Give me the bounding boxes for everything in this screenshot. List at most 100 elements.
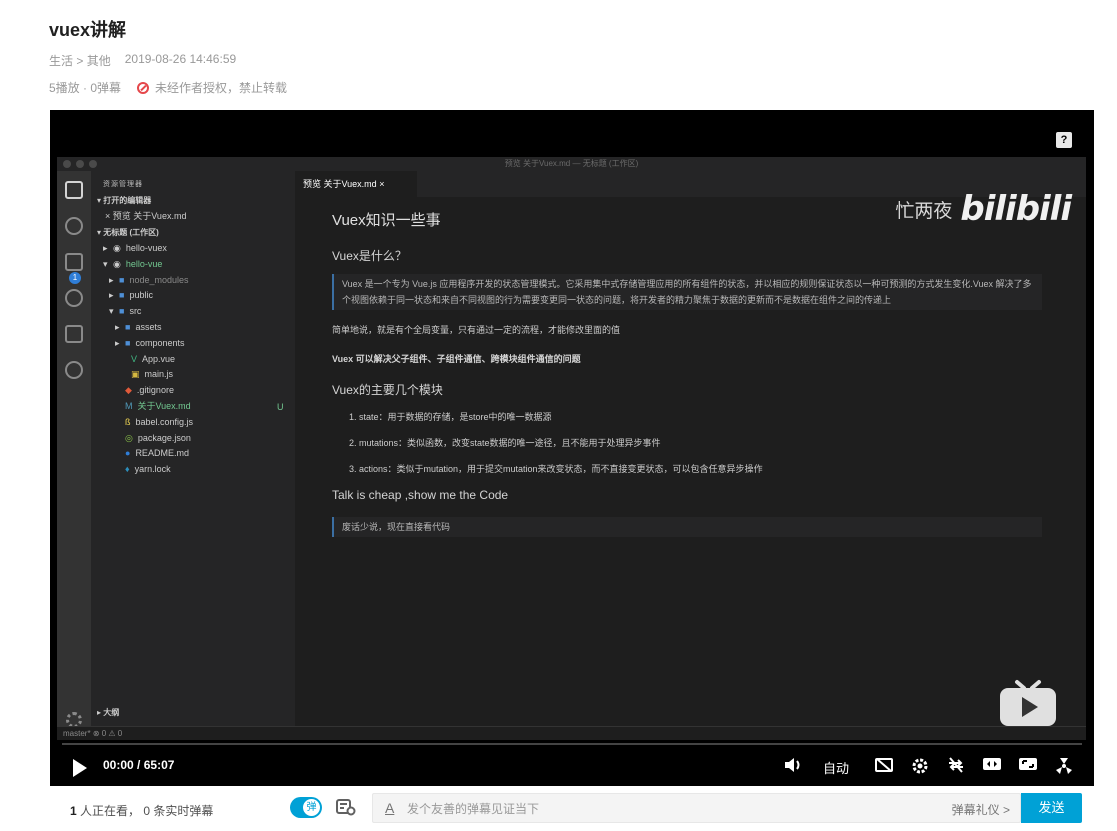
folder-file-icon: ■ <box>119 274 125 285</box>
source-control-icon <box>65 253 83 271</box>
video-meta: 生活 > 其他 2019-08-26 14:46:59 <box>49 52 236 69</box>
file-tree-item[interactable]: ▣ main.js <box>121 367 173 382</box>
file-tree-label: App.vue <box>142 353 176 364</box>
preview-document: Vuex知识一些事 Vuex是什么？ Vuex 是一个专为 Vue.js 应用程… <box>332 209 1042 537</box>
danmaku-style-icon[interactable]: A <box>385 800 394 816</box>
file-tree-label: node_modules <box>129 274 189 285</box>
folder-file-icon: ■ <box>125 322 131 332</box>
danmaku-toggle[interactable]: 弹 <box>290 797 322 818</box>
danmaku-off-icon[interactable] <box>874 757 894 777</box>
file-tree-item[interactable]: ♦ yarn.lock <box>115 462 171 477</box>
tree-chevron-icon: ▸ <box>103 243 108 253</box>
category-link[interactable]: 生活 <box>49 54 73 68</box>
file-tree-item[interactable]: ◎ package.json <box>115 431 191 446</box>
tree-chevron-icon: ▸ <box>109 274 114 285</box>
settings-icon[interactable] <box>910 757 930 777</box>
player-controls: 00:00 / 65:07 自动 <box>50 750 1094 786</box>
file-tree-item[interactable]: ß babel.config.js <box>115 415 193 430</box>
markdown-preview: 预览 关于Vuex.md × 忙两夜 bilibili Vuex知识一些事 Vu… <box>295 171 1086 726</box>
play-danmaku-stats: 5播放 · 0弹幕 <box>49 81 122 95</box>
list-item: 2. mutations：类似函数，改变state数据的唯一途径，且不能用于处理… <box>349 438 661 448</box>
workspace-header: ▾ 无标题 (工作区) <box>97 228 159 237</box>
video-title: vuex讲解 <box>49 20 127 40</box>
file-tree-item[interactable]: ● README.md <box>115 446 189 461</box>
window-controls <box>63 160 97 168</box>
video-frame[interactable]: 预览 关于Vuex.md — 无标题 (工作区) 1 资源管理器 ▾ 打开的编辑… <box>57 157 1086 740</box>
video-player[interactable]: ? 预览 关于Vuex.md — 无标题 (工作区) 1 资源管理器 ▾ 打开的… <box>50 110 1094 786</box>
doc-paragraph-bold: Vuex 可以解决父子组件、子组件通信、跨模块组件通信的问题 <box>332 354 581 364</box>
file-tree-item[interactable]: ▸ ■ assets <box>115 320 161 335</box>
webpage-fullscreen-icon[interactable] <box>1018 757 1038 777</box>
tree-chevron-icon: ▾ <box>109 306 114 317</box>
volume-icon[interactable] <box>783 757 803 777</box>
danmaku-etiquette-link[interactable]: 弹幕礼仪 > <box>952 801 1010 818</box>
tree-chevron-icon: ▸ <box>115 337 120 348</box>
duration: 65:07 <box>143 758 175 772</box>
publish-time: 2019-08-26 14:46:59 <box>124 52 237 66</box>
danmaku-input-box: A 弹幕礼仪 > <box>372 793 1021 823</box>
file-tree-item[interactable]: ▾ ■ src <box>109 304 141 319</box>
danmaku-settings-icon[interactable] <box>335 798 357 818</box>
file-tree-label: public <box>129 290 153 301</box>
tab-close-icon: × <box>379 179 385 189</box>
file-tree-item[interactable]: ◆ .gitignore <box>115 383 174 398</box>
send-danmaku-button[interactable]: 发送 <box>1021 793 1082 823</box>
editor-window-title: 预览 关于Vuex.md — 无标题 (工作区) <box>504 159 639 168</box>
doc-paragraph: 简单地说，就是有个全局变量，只有通过一定的流程，才能修改里面的值 <box>332 325 621 335</box>
folder-file-icon: ■ <box>125 337 131 348</box>
info-file-icon: ● <box>125 448 131 459</box>
doc-subheading: Vuex的主要几个模块 <box>332 383 443 397</box>
play-icon[interactable] <box>73 759 87 777</box>
progress-bar[interactable] <box>62 743 1082 745</box>
editor-window-titlebar: 预览 关于Vuex.md — 无标题 (工作区) <box>57 157 1086 171</box>
danmaku-count: 0 <box>143 804 151 818</box>
doc-quote: 废话少说，现在直接看代码 <box>332 517 1042 537</box>
file-tree-item[interactable]: ▾ ◉ hello-vue <box>103 257 162 272</box>
list-item: 1. state：用于数据的存储，是store中的唯一数据源 <box>349 412 552 422</box>
explorer-sidebar: 资源管理器 ▾ 打开的编辑器 × 预览 关于Vuex.md ▾ 无标题 (工作区… <box>91 171 295 726</box>
subcategory-link[interactable]: 其他 <box>87 54 111 68</box>
file-tree-item[interactable]: V App.vue <box>121 352 175 367</box>
activity-bar: 1 <box>57 171 91 728</box>
remote-icon <box>65 361 83 379</box>
breadcrumb-separator: > <box>76 54 84 68</box>
file-tree-item[interactable]: ▸ ■ node_modules <box>109 273 188 288</box>
list-item: 3. actions：类似于mutation，用于提交mutation来改变状态… <box>349 464 763 474</box>
debug-icon <box>65 289 83 307</box>
widescreen-icon[interactable] <box>982 757 1002 777</box>
extensions-icon <box>65 325 83 343</box>
quality-selector[interactable]: 自动 <box>823 758 849 777</box>
current-time: 00:00 <box>103 758 134 772</box>
circle-file-icon: ◉ <box>113 258 121 269</box>
json-file-icon: ◎ <box>125 432 133 443</box>
editor-tab: 预览 关于Vuex.md × <box>295 171 417 197</box>
danmaku-text: 条实时弹幕 <box>153 804 214 818</box>
file-tree-label: src <box>129 306 142 317</box>
folder-file-icon: ■ <box>119 306 125 317</box>
file-tree-item[interactable]: M 关于Vuex.md <box>115 399 191 414</box>
category-breadcrumb[interactable]: 生活 > 其他 <box>49 52 111 69</box>
fullscreen-icon[interactable] <box>1054 757 1074 777</box>
git-file-icon: ◆ <box>125 385 132 396</box>
file-tree-item[interactable]: ▸ ■ public <box>109 288 153 303</box>
file-tree-label: assets <box>135 322 162 332</box>
js-file-icon: ▣ <box>131 369 140 380</box>
editor-status-bar: master* ⊗ 0 ⚠ 0 <box>57 726 1086 740</box>
copyright-notice: 未经作者授权，禁止转载 <box>137 79 287 96</box>
bilibili-tv-icon[interactable] <box>999 678 1057 728</box>
viewer-text: 人正在看， <box>80 804 141 818</box>
loop-icon[interactable] <box>946 757 966 777</box>
help-button[interactable]: ? <box>1056 132 1072 148</box>
doc-quote: Vuex 是一个专为 Vue.js 应用程序开发的状态管理模式。它采用集中式存储… <box>332 274 1042 310</box>
time-display: 00:00 / 65:07 <box>103 758 174 772</box>
danmaku-input[interactable] <box>407 800 907 817</box>
source-control-badge: 1 <box>69 272 81 284</box>
search-icon <box>65 217 83 235</box>
file-tree-item[interactable]: ▸ ■ components <box>115 336 184 351</box>
babel-file-icon: ß <box>125 416 131 427</box>
file-tree-label: .gitignore <box>136 385 174 396</box>
danmaku-bar: 1 人正在看， 0 条实时弹幕 弹 A 弹幕礼仪 > 发送 <box>50 786 1094 831</box>
outline-header: ▸ 大纲 <box>97 708 120 717</box>
file-tree-item[interactable]: ▸ ◉ hello-vuex <box>103 241 167 256</box>
folder-file-icon: ■ <box>119 290 125 301</box>
